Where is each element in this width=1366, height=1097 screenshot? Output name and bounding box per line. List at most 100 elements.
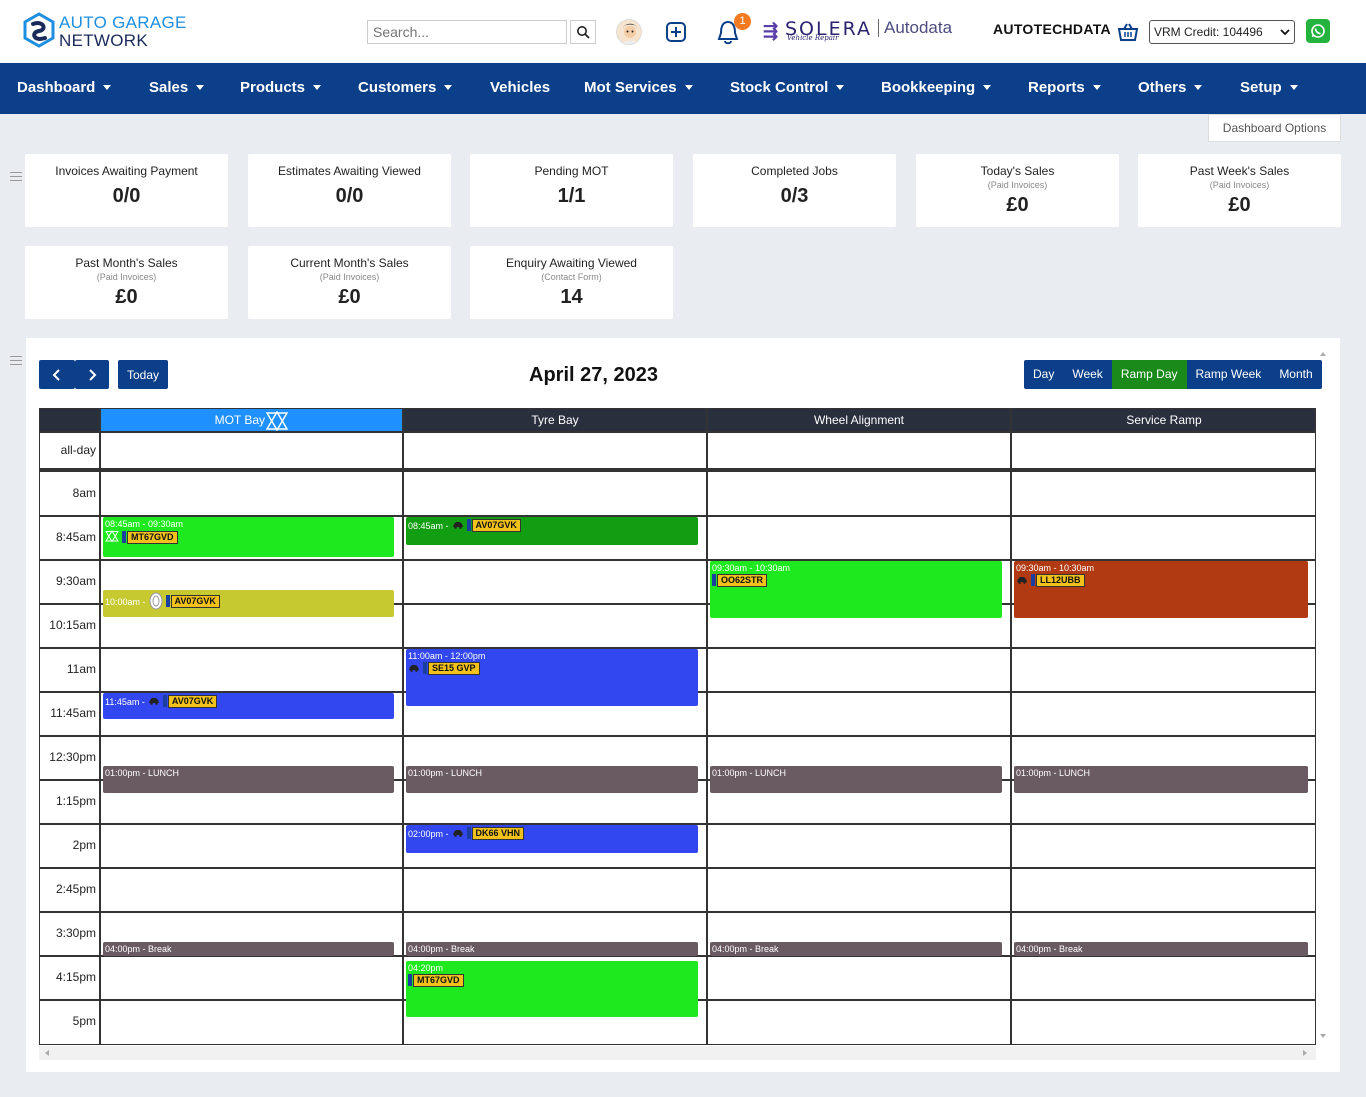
nav-dashboard[interactable]: Dashboard [17, 79, 112, 96]
resource-header-tyre-bay[interactable]: Tyre Bay [404, 409, 706, 431]
view-month-button[interactable]: Month [1270, 360, 1321, 389]
calendar-event[interactable]: 08:45am - AV07GVK [406, 517, 698, 546]
vertical-scrollbar[interactable] [1316, 348, 1330, 1044]
stat-estimates-awaiting-viewed[interactable]: Estimates Awaiting Viewed 0/0 [248, 154, 451, 227]
stat-value: 14 [560, 286, 583, 308]
stat-value: 0/0 [335, 185, 364, 207]
row-divider [40, 867, 1315, 869]
whatsapp-button[interactable] [1306, 19, 1330, 43]
calendar-event[interactable]: 04:20pm MT67GVD [406, 960, 698, 1018]
row-divider [40, 735, 1315, 737]
event-time: 04:00pm - Break [712, 943, 779, 954]
nav-mot-services[interactable]: Mot Services [584, 79, 693, 96]
resource-name: MOT Bay [214, 413, 266, 427]
event-time: 08:45am - [408, 520, 449, 531]
calendar-event[interactable]: 01:00pm - LUNCH [406, 765, 698, 793]
calendar-event[interactable]: 02:00pm - DK66 VHN [406, 825, 698, 854]
view-ramp-day-button[interactable]: Ramp Day [1111, 360, 1187, 389]
user-avatar[interactable] [616, 19, 642, 45]
solera-autodata-link[interactable]: ⇶ SOLERA Vehicle Repair Autodata [763, 18, 963, 44]
stat-current-months-sales[interactable]: Current Month's Sales (Paid Invoices) £0 [248, 246, 451, 319]
resource-header-wheel-alignment[interactable]: Wheel Alignment [708, 409, 1010, 431]
nav-reports[interactable]: Reports [1028, 79, 1101, 96]
vehicle-plate: SE15 GVP [423, 662, 480, 675]
time-slot-label: 1:15pm [55, 794, 96, 808]
calendar-event[interactable]: 11:00am - 12:00pm SE15 GVP [406, 649, 698, 707]
mot-triangle-icon [266, 410, 289, 432]
vehicle-plate: LL12UBB [1031, 574, 1085, 587]
calendar-event[interactable]: 04:00pm - Break [406, 941, 698, 956]
nav-others[interactable]: Others [1138, 79, 1203, 96]
event-time: 01:00pm - LUNCH [408, 767, 483, 778]
chevron-right-icon [89, 368, 97, 381]
caret-down-icon [684, 84, 693, 90]
car-icon [452, 521, 464, 531]
row-divider [40, 431, 1315, 433]
stat-past-months-sales[interactable]: Past Month's Sales (Paid Invoices) £0 [25, 246, 228, 319]
calendar-event[interactable]: 09:30am - 10:30am LL12UBB [1014, 561, 1308, 619]
view-week-button[interactable]: Week [1063, 360, 1111, 389]
stat-value: £0 [115, 286, 138, 308]
event-time: 10:00am - [105, 596, 146, 607]
stat-value: 0/0 [112, 185, 141, 207]
calendar-event[interactable]: 01:00pm - LUNCH [1014, 765, 1308, 793]
calendar-event[interactable]: 09:30am - 10:30am OO62STR [710, 561, 1002, 619]
nav-customers[interactable]: Customers [358, 79, 453, 96]
row-divider [40, 911, 1315, 913]
stat-pending-mot[interactable]: Pending MOT 1/1 [470, 154, 673, 227]
calendar-event[interactable]: 10:00am - AV07GVK [103, 589, 394, 617]
view-switcher: Day Week Ramp Day Ramp Week Month [1024, 360, 1322, 389]
stat-past-weeks-sales[interactable]: Past Week's Sales (Paid Invoices) £0 [1138, 154, 1341, 227]
auto-garage-network-logo[interactable]: AUTO GARAGE NETWORK [20, 10, 190, 54]
plate-number: LL12UBB [1036, 574, 1085, 587]
plate-number: AV07GVK [167, 695, 218, 708]
autotechdata-link[interactable]: AUTOTECHDATA [993, 21, 1111, 37]
stat-invoices-awaiting-payment[interactable]: Invoices Awaiting Payment 0/0 [25, 154, 228, 227]
next-button[interactable] [75, 360, 109, 389]
column-divider [99, 409, 101, 1044]
nav-products[interactable]: Products [240, 79, 322, 96]
stat-value: £0 [1006, 194, 1029, 216]
nav-sales[interactable]: Sales [149, 79, 205, 96]
main-navbar: Dashboard Sales Products Customers Vehic… [0, 63, 1366, 114]
plate-flag-icon [162, 695, 167, 707]
today-button[interactable]: Today [118, 360, 168, 389]
event-content: 04:00pm - Break [1016, 944, 1083, 954]
calendar-event[interactable]: 04:00pm - Break [1014, 941, 1308, 956]
event-content: 01:00pm - LUNCH [712, 768, 786, 778]
drag-handle-icon[interactable] [10, 172, 22, 181]
dashboard-options-button[interactable]: Dashboard Options [1208, 114, 1341, 142]
view-day-button[interactable]: Day [1024, 360, 1063, 389]
nav-setup[interactable]: Setup [1240, 79, 1298, 96]
calendar-event[interactable]: 11:45am - AV07GVK [103, 693, 394, 720]
mot-icon [105, 530, 119, 544]
nav-vehicles[interactable]: Vehicles [490, 79, 550, 96]
stat-title: Current Month's Sales [290, 256, 409, 270]
resource-header-mot-bay[interactable]: MOT Bay [101, 409, 402, 432]
search-button[interactable] [570, 20, 596, 44]
calendar-event[interactable]: 08:45am - 09:30am MT67GVD [103, 517, 394, 558]
time-slot-label: 9:30am [55, 574, 96, 588]
time-slot-label: 12:30pm [49, 750, 96, 764]
calendar-event[interactable]: 01:00pm - LUNCH [103, 765, 394, 793]
stat-title: Past Week's Sales [1189, 164, 1290, 178]
caret-down-icon [313, 84, 322, 90]
horizontal-scrollbar[interactable] [39, 1046, 1316, 1060]
plus-square-icon[interactable] [665, 21, 687, 43]
calendar-event[interactable]: 04:00pm - Break [103, 941, 394, 956]
vehicle-plate: AV07GVK [162, 695, 218, 708]
drag-handle-icon[interactable] [10, 356, 22, 365]
vrm-credit-select[interactable]: VRM Credit: 104496 [1149, 20, 1295, 44]
prev-button[interactable] [39, 360, 75, 389]
stat-enquiry-awaiting-viewed[interactable]: Enquiry Awaiting Viewed (Contact Form) 1… [470, 246, 673, 319]
calendar-event[interactable]: 01:00pm - LUNCH [710, 765, 1002, 793]
nav-stock-control[interactable]: Stock Control [730, 79, 845, 96]
calendar-event[interactable]: 04:00pm - Break [710, 941, 1002, 956]
stat-todays-sales[interactable]: Today's Sales (Paid Invoices) £0 [916, 154, 1119, 227]
search-input[interactable] [367, 20, 567, 44]
resource-header-service-ramp[interactable]: Service Ramp [1012, 409, 1315, 431]
basket-icon[interactable] [1117, 21, 1139, 43]
stat-completed-jobs[interactable]: Completed Jobs 0/3 [693, 154, 896, 227]
view-ramp-week-button[interactable]: Ramp Week [1187, 360, 1271, 389]
nav-bookkeeping[interactable]: Bookkeeping [881, 79, 992, 96]
